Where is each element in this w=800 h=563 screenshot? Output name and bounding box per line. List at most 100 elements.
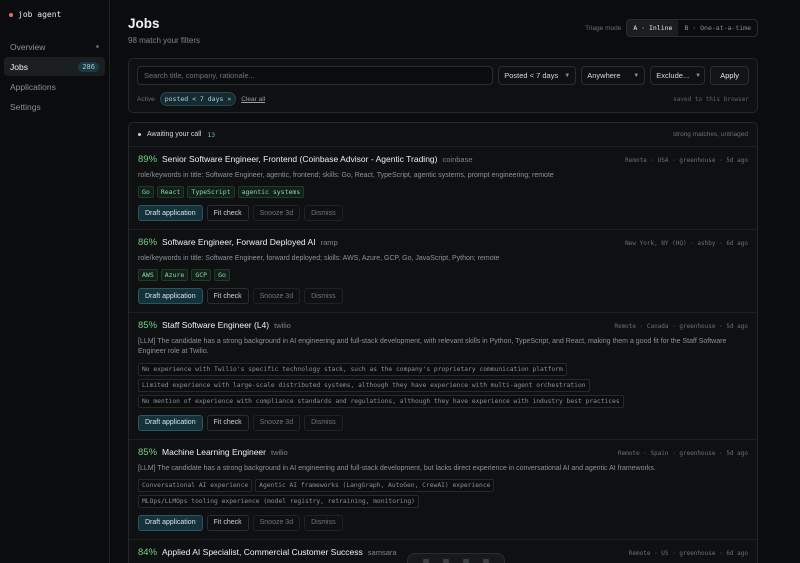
chevron-down-icon: ▼ bbox=[633, 72, 640, 79]
gap-note: No mention of experience with compliance… bbox=[138, 394, 624, 408]
exclude-select[interactable]: Exclude... ▼ bbox=[650, 66, 706, 85]
toolbar-icon[interactable] bbox=[423, 559, 429, 563]
page-header: Jobs 98 match your filters Triage mode A… bbox=[128, 16, 758, 45]
sidebar-item-label: Applications bbox=[10, 81, 56, 92]
company-name: twilio bbox=[270, 447, 288, 457]
sidebar-item-overview[interactable]: Overview bbox=[4, 37, 105, 56]
job-rationale: [LLM] The candidate has a strong backgro… bbox=[138, 464, 656, 472]
skill-tag: Go bbox=[138, 186, 154, 199]
match-score: 84% bbox=[138, 546, 158, 558]
brand[interactable]: job agent bbox=[4, 10, 105, 19]
job-actions: Draft application Fit check Snooze 3d Di… bbox=[138, 414, 748, 431]
brand-name: job agent bbox=[18, 10, 62, 19]
fit-check-button[interactable]: Fit check bbox=[206, 514, 249, 531]
search-input[interactable] bbox=[137, 66, 494, 85]
gap-note: Conversational AI experience bbox=[138, 478, 253, 492]
job-rationale: role/keywords in title: Software Enginee… bbox=[138, 255, 500, 263]
active-filter-chip[interactable]: posted < 7 days × bbox=[159, 92, 237, 106]
dismiss-button[interactable]: Dismiss bbox=[304, 205, 343, 222]
fit-check-button[interactable]: Fit check bbox=[206, 288, 249, 305]
list-heading: Awaiting your call bbox=[147, 131, 202, 138]
job-title[interactable]: Applied AI Specialist, Commercial Custom… bbox=[162, 547, 363, 557]
apply-button[interactable]: Apply bbox=[710, 66, 749, 85]
snooze-button[interactable]: Snooze 3d bbox=[252, 514, 301, 531]
snooze-button[interactable]: Snooze 3d bbox=[252, 205, 301, 222]
dismiss-button[interactable]: Dismiss bbox=[304, 414, 343, 431]
job-card: 85% Machine Learning Engineer twilio Rem… bbox=[129, 440, 757, 540]
match-score: 85% bbox=[138, 446, 158, 458]
gap-note: No experience with Twilio's specific tec… bbox=[138, 362, 567, 376]
exclude-value: Exclude... bbox=[656, 71, 690, 80]
list-header: Awaiting your call 13 strong matches, un… bbox=[129, 123, 757, 147]
bullet-icon bbox=[138, 133, 141, 136]
job-title[interactable]: Senior Software Engineer, Frontend (Coin… bbox=[162, 154, 437, 164]
list-note: strong matches, untriaged bbox=[672, 131, 748, 138]
job-meta: Remote · US · greenhouse · 6d ago bbox=[628, 549, 748, 557]
job-card: 89% Senior Software Engineer, Frontend (… bbox=[129, 147, 757, 231]
match-score: 89% bbox=[138, 154, 158, 165]
skill-tag: Azure bbox=[160, 269, 189, 282]
job-meta: New York, NY (HQ) · ashby · 6d ago bbox=[625, 240, 748, 248]
company-name: samsara bbox=[367, 547, 397, 557]
triage-mode: Triage mode A · Inline B · One-at-a-time bbox=[585, 19, 758, 37]
skill-tag: Go bbox=[214, 269, 230, 282]
job-actions: Draft application Fit check Snooze 3d Di… bbox=[138, 288, 748, 305]
job-title[interactable]: Machine Learning Engineer bbox=[162, 447, 266, 457]
brand-dot-icon bbox=[9, 12, 13, 17]
skill-tags: Go React TypeScript agentic systems bbox=[138, 186, 748, 199]
clear-all-link[interactable]: Clear all bbox=[241, 96, 265, 103]
list-count: 13 bbox=[207, 130, 216, 139]
company-name: twilio bbox=[274, 321, 291, 331]
company-name: coinbase bbox=[442, 155, 473, 164]
snooze-button[interactable]: Snooze 3d bbox=[252, 288, 301, 305]
chevron-down-icon: ▼ bbox=[564, 72, 571, 79]
fit-check-button[interactable]: Fit check bbox=[206, 414, 249, 431]
filter-panel: Posted < 7 days ▼ Anywhere ▼ Exclude... ▼ A… bbox=[128, 58, 758, 113]
job-list: Awaiting your call 13 strong matches, un… bbox=[128, 122, 758, 563]
skill-tag: AWS bbox=[138, 269, 158, 282]
skill-tag: agentic systems bbox=[237, 186, 305, 199]
draft-application-button[interactable]: Draft application bbox=[138, 205, 203, 222]
sidebar: job agent Overview Jobs 286 Applications… bbox=[0, 0, 110, 563]
job-meta: Remote · Canada · greenhouse · 5d ago bbox=[614, 323, 748, 331]
toolbar-icon[interactable] bbox=[443, 559, 449, 563]
gap-notes: No experience with Twilio's specific tec… bbox=[138, 362, 748, 408]
toolbar-icon[interactable] bbox=[463, 559, 469, 563]
dismiss-button[interactable]: Dismiss bbox=[304, 288, 343, 305]
active-label: Active bbox=[137, 95, 155, 103]
job-title[interactable]: Software Engineer, Forward Deployed AI bbox=[162, 237, 316, 247]
main-content: Jobs 98 match your filters Triage mode A… bbox=[110, 0, 800, 563]
gap-notes: Conversational AI experience Agentic AI … bbox=[138, 478, 748, 508]
draft-application-button[interactable]: Draft application bbox=[138, 514, 203, 531]
sidebar-item-applications[interactable]: Applications bbox=[4, 77, 105, 96]
job-title[interactable]: Staff Software Engineer (L4) bbox=[162, 320, 269, 330]
dismiss-button[interactable]: Dismiss bbox=[304, 514, 343, 531]
draft-application-button[interactable]: Draft application bbox=[138, 414, 203, 431]
sidebar-item-label: Settings bbox=[10, 101, 41, 112]
toolbar-icon[interactable] bbox=[483, 559, 489, 563]
company-name: ramp bbox=[320, 238, 338, 248]
triage-toggle: A · Inline B · One-at-a-time bbox=[626, 19, 758, 37]
fit-check-button[interactable]: Fit check bbox=[206, 205, 249, 222]
sidebar-item-settings[interactable]: Settings bbox=[4, 97, 105, 116]
job-meta: Remote · USA · greenhouse · 5d ago bbox=[625, 157, 748, 164]
match-count: 98 match your filters bbox=[128, 36, 201, 45]
posted-select[interactable]: Posted < 7 days ▼ bbox=[498, 66, 577, 85]
skill-tag: React bbox=[156, 186, 185, 199]
gap-note: Agentic AI frameworks (LangGraph, AutoGe… bbox=[255, 478, 495, 492]
jobs-count-badge: 286 bbox=[78, 61, 99, 72]
triage-option-one-at-a-time[interactable]: B · One-at-a-time bbox=[678, 20, 757, 36]
job-actions: Draft application Fit check Snooze 3d Di… bbox=[138, 205, 748, 222]
dot-icon bbox=[96, 45, 99, 48]
draft-application-button[interactable]: Draft application bbox=[138, 288, 203, 305]
triage-label: Triage mode bbox=[585, 24, 622, 32]
sidebar-item-jobs[interactable]: Jobs 286 bbox=[4, 57, 105, 76]
snooze-button[interactable]: Snooze 3d bbox=[252, 414, 301, 431]
job-card: 85% Staff Software Engineer (L4) twilio … bbox=[129, 313, 757, 440]
location-value: Anywhere bbox=[587, 71, 621, 80]
triage-option-inline[interactable]: A · Inline bbox=[627, 20, 679, 36]
job-actions: Draft application Fit check Snooze 3d Di… bbox=[138, 514, 748, 531]
location-select[interactable]: Anywhere ▼ bbox=[581, 66, 646, 85]
saved-note: saved to this browser bbox=[673, 95, 749, 103]
floating-toolbar[interactable] bbox=[407, 553, 505, 563]
